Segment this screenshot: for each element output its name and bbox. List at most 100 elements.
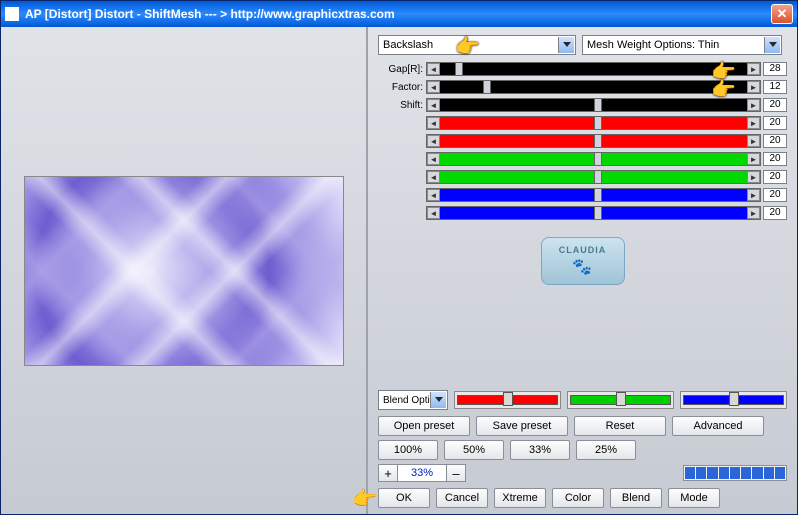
slider-value[interactable]: 20 bbox=[763, 116, 787, 130]
window-title: AP [Distort] Distort - ShiftMesh --- > h… bbox=[25, 7, 771, 21]
progress-bar bbox=[683, 465, 787, 481]
slider-track[interactable]: ◄► bbox=[426, 98, 761, 112]
badge-text: CLAUDIA bbox=[559, 245, 607, 255]
preset-button-row: Open preset Save preset Reset Advanced bbox=[378, 416, 787, 436]
content-area: Backslash 👉 Mesh Weight Options: Thin Ga… bbox=[1, 27, 797, 514]
zoom-out-button[interactable]: – bbox=[446, 464, 466, 482]
slider-row: ◄►20 bbox=[378, 169, 787, 185]
increment-arrow[interactable]: ► bbox=[747, 189, 760, 201]
save-preset-button[interactable]: Save preset bbox=[476, 416, 568, 436]
decrement-arrow[interactable]: ◄ bbox=[427, 189, 440, 201]
increment-arrow[interactable]: ► bbox=[747, 99, 760, 111]
blend-options-dropdown[interactable]: Blend Opti bbox=[378, 390, 448, 410]
slider-thumb[interactable] bbox=[594, 116, 602, 130]
slider-fill bbox=[440, 153, 747, 165]
mesh-value: Mesh Weight Options: Thin bbox=[587, 39, 719, 51]
slider-thumb[interactable] bbox=[594, 152, 602, 166]
slider-fill bbox=[440, 189, 747, 201]
slider-track[interactable]: ◄► bbox=[426, 206, 761, 220]
zoom-25-button[interactable]: 25% bbox=[576, 440, 636, 460]
increment-arrow[interactable]: ► bbox=[747, 153, 760, 165]
slider-thumb[interactable] bbox=[455, 62, 463, 76]
increment-arrow[interactable]: ► bbox=[747, 81, 760, 93]
decrement-arrow[interactable]: ◄ bbox=[427, 207, 440, 219]
slider-thumb[interactable] bbox=[594, 134, 602, 148]
slider-value[interactable]: 12 bbox=[763, 80, 787, 94]
chevron-down-icon bbox=[764, 37, 780, 53]
zoom-100-button[interactable]: 100% bbox=[378, 440, 438, 460]
blend-value: Blend Opti bbox=[383, 395, 430, 406]
decrement-arrow[interactable]: ◄ bbox=[427, 63, 440, 75]
decrement-arrow[interactable]: ◄ bbox=[427, 81, 440, 93]
zoom-value[interactable]: 33% bbox=[398, 464, 446, 482]
slider-value[interactable]: 20 bbox=[763, 134, 787, 148]
increment-arrow[interactable]: ► bbox=[747, 63, 760, 75]
mesh-weight-dropdown[interactable]: Mesh Weight Options: Thin bbox=[582, 35, 782, 55]
top-dropdown-row: Backslash 👉 Mesh Weight Options: Thin bbox=[378, 35, 787, 55]
ok-button[interactable]: OK bbox=[378, 488, 430, 508]
slider-fill bbox=[440, 207, 747, 219]
slider-track[interactable]: ◄► bbox=[426, 134, 761, 148]
slider-row: ◄►20 bbox=[378, 115, 787, 131]
red-channel-slider[interactable] bbox=[454, 391, 561, 409]
green-channel-slider[interactable] bbox=[567, 391, 674, 409]
slider-value[interactable]: 28 bbox=[763, 62, 787, 76]
advanced-button[interactable]: Advanced bbox=[672, 416, 764, 436]
increment-arrow[interactable]: ► bbox=[747, 171, 760, 183]
slider-fill bbox=[440, 81, 747, 93]
percent-button-row: 100% 50% 33% 25% bbox=[378, 440, 787, 460]
shape-value: Backslash bbox=[383, 39, 433, 51]
slider-track[interactable]: ◄► bbox=[426, 188, 761, 202]
mode-button[interactable]: Mode bbox=[668, 488, 720, 508]
decrement-arrow[interactable]: ◄ bbox=[427, 153, 440, 165]
slider-value[interactable]: 20 bbox=[763, 170, 787, 184]
decrement-arrow[interactable]: ◄ bbox=[427, 99, 440, 111]
slider-label: Shift: bbox=[378, 100, 426, 111]
shape-dropdown[interactable]: Backslash 👉 bbox=[378, 35, 576, 55]
slider-value[interactable]: 20 bbox=[763, 188, 787, 202]
blend-button[interactable]: Blend bbox=[610, 488, 662, 508]
slider-thumb[interactable] bbox=[729, 392, 739, 406]
open-preset-button[interactable]: Open preset bbox=[378, 416, 470, 436]
slider-thumb[interactable] bbox=[483, 80, 491, 94]
decrement-arrow[interactable]: ◄ bbox=[427, 135, 440, 147]
slider-thumb[interactable] bbox=[503, 392, 513, 406]
reset-button[interactable]: Reset bbox=[574, 416, 666, 436]
increment-arrow[interactable]: ► bbox=[747, 207, 760, 219]
increment-arrow[interactable]: ► bbox=[747, 135, 760, 147]
blue-channel-slider[interactable] bbox=[680, 391, 787, 409]
cancel-button[interactable]: Cancel bbox=[436, 488, 488, 508]
decrement-arrow[interactable]: ◄ bbox=[427, 117, 440, 129]
zoom-50-button[interactable]: 50% bbox=[444, 440, 504, 460]
sliders-group: Gap[R]:◄►👉28Factor:◄►👉12Shift:◄►20◄►20◄►… bbox=[378, 61, 787, 221]
slider-row: Gap[R]:◄►👉28 bbox=[378, 61, 787, 77]
slider-track[interactable]: ◄►👉 bbox=[426, 80, 761, 94]
slider-track[interactable]: ◄► bbox=[426, 170, 761, 184]
slider-track[interactable]: ◄► bbox=[426, 152, 761, 166]
slider-thumb[interactable] bbox=[594, 98, 602, 112]
color-button[interactable]: Color bbox=[552, 488, 604, 508]
slider-row: ◄►20 bbox=[378, 205, 787, 221]
slider-thumb[interactable] bbox=[616, 392, 626, 406]
effect-preview[interactable] bbox=[24, 176, 344, 366]
pointing-hand-icon: 👉 bbox=[455, 34, 480, 59]
increment-arrow[interactable]: ► bbox=[747, 117, 760, 129]
slider-fill bbox=[440, 99, 747, 111]
zoom-33-button[interactable]: 33% bbox=[510, 440, 570, 460]
slider-track[interactable]: ◄► bbox=[426, 116, 761, 130]
slider-thumb[interactable] bbox=[594, 170, 602, 184]
slider-thumb[interactable] bbox=[594, 206, 602, 220]
slider-fill bbox=[440, 63, 747, 75]
slider-value[interactable]: 20 bbox=[763, 98, 787, 112]
xtreme-button[interactable]: Xtreme bbox=[494, 488, 546, 508]
controls-panel: Backslash 👉 Mesh Weight Options: Thin Ga… bbox=[368, 27, 797, 514]
slider-track[interactable]: ◄►👉 bbox=[426, 62, 761, 76]
decrement-arrow[interactable]: ◄ bbox=[427, 171, 440, 183]
titlebar[interactable]: AP [Distort] Distort - ShiftMesh --- > h… bbox=[1, 1, 797, 27]
slider-value[interactable]: 20 bbox=[763, 152, 787, 166]
close-button[interactable]: ✕ bbox=[771, 4, 793, 24]
slider-thumb[interactable] bbox=[594, 188, 602, 202]
slider-row: Factor:◄►👉12 bbox=[378, 79, 787, 95]
zoom-in-button[interactable]: + bbox=[378, 464, 398, 482]
slider-value[interactable]: 20 bbox=[763, 206, 787, 220]
